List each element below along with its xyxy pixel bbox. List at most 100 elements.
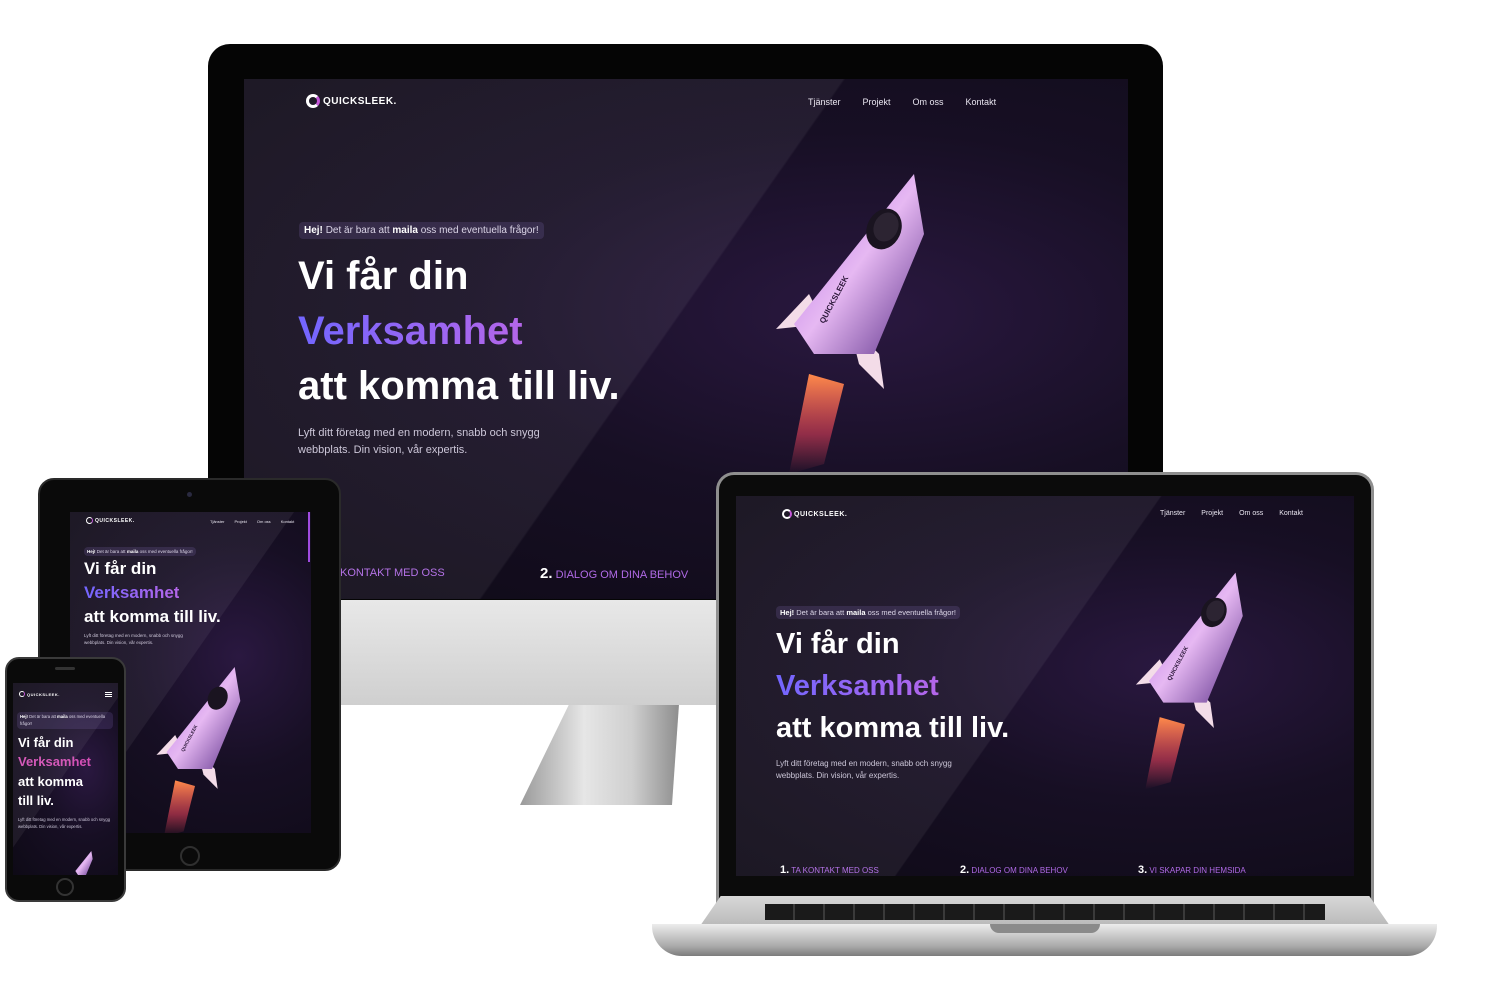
nav-link-projekt[interactable]: Projekt	[234, 519, 246, 524]
step-2-number: 2.	[540, 565, 553, 582]
hero-lead-line-1: Lyft ditt företag med en modern, snabb o…	[776, 759, 952, 768]
hero-headline-line-3b: till liv.	[18, 793, 54, 808]
notice-hey: Hej!	[20, 714, 28, 719]
step-1: KONTAKT MED OSS	[340, 567, 445, 579]
home-button-icon[interactable]	[180, 846, 200, 866]
camera-icon	[187, 492, 192, 497]
hero-headline-highlight: Verksamhet	[298, 308, 523, 355]
logo-mark-icon	[19, 691, 25, 697]
logo-text: QUICKSLEEK.	[27, 691, 60, 697]
hero-lead-line-2: webbplats. Din vision, vår expertis.	[18, 823, 83, 829]
step-3: 3. VI SKAPAR DIN HEMSIDA	[1138, 864, 1246, 876]
nav-link-kontakt[interactable]: Kontakt	[281, 519, 295, 524]
notice-post: oss med eventuella frågor!	[420, 225, 539, 236]
logo-mark-icon	[86, 517, 93, 524]
hero-headline-highlight: Verksamhet	[84, 583, 180, 602]
notice-hey: Hej!	[780, 608, 795, 617]
step-1-number: 1.	[780, 864, 790, 876]
notice-hey: Hej!	[304, 225, 323, 236]
hero-lead: Lyft ditt företag med en modern, snabb o…	[84, 633, 183, 647]
step-3-label: VI SKAPAR DIN HEMSIDA	[1149, 866, 1246, 875]
site-logo[interactable]: QUICKSLEEK.	[19, 691, 60, 697]
notice-post: oss med eventuella frågor!	[139, 549, 193, 554]
logo-text: QUICKSLEEK.	[794, 510, 848, 518]
rocket-illustration	[75, 851, 93, 875]
laptop-screen: QUICKSLEEK. Tjänster Projekt Om oss Kont…	[736, 496, 1354, 876]
step-1-label: KONTAKT MED OSS	[340, 567, 445, 579]
laptop-keyboard	[765, 904, 1325, 920]
site-logo[interactable]: QUICKSLEEK.	[782, 509, 847, 519]
rocket-illustration: QUICKSLEEK	[776, 174, 924, 474]
hero-headline-line-1: Vi får din	[84, 559, 157, 578]
main-nav: Tjänster Projekt Om oss Kontakt	[210, 519, 294, 524]
notice-mail-link[interactable]: maila	[392, 225, 418, 236]
main-nav: Tjänster Projekt Om oss Kontakt	[1160, 510, 1303, 517]
hero-headline-line-3: att komma till liv.	[776, 712, 1010, 744]
logo-mark-icon	[782, 509, 792, 519]
hero-lead-line-2: webbplats. Din vision, vår expertis.	[84, 639, 154, 645]
step-1-label: TA KONTAKT MED OSS	[791, 866, 879, 875]
hero-headline-highlight: Verksamhet	[18, 754, 91, 769]
notice-pre: Det är bara att	[29, 714, 56, 719]
hero-headline-highlight: Verksamhet	[776, 670, 939, 702]
hero-lead: Lyft ditt företag med en modern, snabb o…	[298, 425, 540, 459]
nav-link-om-oss[interactable]: Om oss	[1239, 510, 1263, 517]
site-logo[interactable]: QUICKSLEEK.	[86, 517, 135, 524]
step-3-number: 3.	[1138, 864, 1148, 876]
notice-pre: Det är bara att	[796, 608, 845, 617]
rocket-illustration: QUICKSLEEK	[156, 667, 241, 833]
hero-lead-line-2: webbplats. Din vision, vår expertis.	[298, 444, 468, 457]
earpiece-icon	[55, 667, 75, 670]
notice-pre: Det är bara att	[96, 549, 126, 554]
step-2-label: DIALOG OM DINA BEHOV	[971, 866, 1068, 875]
hero-headline-line-1: Vi får din	[298, 254, 469, 298]
site-logo[interactable]: QUICKSLEEK.	[306, 94, 397, 108]
notice-mail-link[interactable]: maila	[846, 608, 865, 617]
home-button-icon[interactable]	[56, 878, 74, 896]
notice-post: oss med eventuella frågor!	[867, 608, 956, 617]
phone-screen: QUICKSLEEK. Hej! Det är bara att maila o…	[13, 683, 118, 875]
main-nav: Tjänster Projekt Om oss Kontakt	[808, 97, 996, 107]
hero-lead-line-2: webbplats. Din vision, vår expertis.	[776, 771, 900, 781]
notice-pre: Det är bara att	[325, 225, 390, 236]
nav-link-tjanster[interactable]: Tjänster	[808, 97, 841, 107]
rocket-illustration: QUICKSLEEK	[1135, 572, 1243, 790]
hero-headline-line-3a: att komma	[18, 774, 84, 789]
step-1: 1. TA KONTAKT MED OSS	[780, 864, 879, 876]
nav-link-projekt[interactable]: Projekt	[863, 97, 891, 107]
scrollbar[interactable]	[308, 512, 310, 562]
step-2: 2. DIALOG OM DINA BEHOV	[960, 864, 1068, 876]
notice-hey: Hej!	[87, 549, 96, 554]
logo-text: QUICKSLEEK.	[323, 95, 397, 107]
hero-lead-line-1: Lyft ditt företag med en modern, snabb o…	[298, 427, 540, 439]
contact-notice: Hej! Det är bara att maila oss med event…	[299, 222, 544, 239]
nav-link-kontakt[interactable]: Kontakt	[966, 97, 997, 107]
notice-mail-link[interactable]: maila	[57, 714, 68, 719]
hamburger-menu-icon[interactable]	[105, 692, 112, 697]
step-2-label: DIALOG OM DINA BEHOV	[555, 569, 689, 581]
logo-mark-icon	[306, 94, 320, 108]
nav-link-tjanster[interactable]: Tjänster	[1160, 510, 1185, 517]
nav-link-kontakt[interactable]: Kontakt	[1279, 510, 1303, 517]
hero-lead: Lyft ditt företag med en modern, snabb o…	[18, 817, 114, 830]
hero-lead-line-1: Lyft ditt företag med en modern, snabb o…	[84, 633, 183, 638]
notice-mail-link[interactable]: maila	[127, 549, 139, 554]
hero-headline-line-3: att komma till liv.	[298, 364, 620, 408]
contact-notice: Hej! Det är bara att maila oss med event…	[776, 606, 960, 619]
contact-notice: Hej! Det är bara att maila oss med event…	[84, 547, 196, 556]
contact-notice: Hej! Det är bara att maila oss med event…	[17, 712, 113, 730]
monitor-stand	[520, 690, 680, 805]
step-2-number: 2.	[960, 864, 970, 876]
hero-lead-line-1: Lyft ditt företag med en modern, snabb o…	[18, 817, 111, 822]
logo-text: QUICKSLEEK.	[95, 517, 135, 524]
hero-lead: Lyft ditt företag med en modern, snabb o…	[776, 758, 952, 783]
nav-link-projekt[interactable]: Projekt	[1201, 510, 1223, 517]
step-2: 2. DIALOG OM DINA BEHOV	[540, 565, 688, 582]
nav-link-tjanster[interactable]: Tjänster	[210, 519, 224, 524]
hero-headline-line-1: Vi får din	[776, 628, 900, 660]
hero-headline-line-1: Vi får din	[18, 735, 74, 750]
nav-link-om-oss[interactable]: Om oss	[913, 97, 944, 107]
device-mockup-showcase: QUICKSLEEK. Tjänster Projekt Om oss Kont…	[0, 0, 1500, 1000]
laptop-notch	[990, 924, 1100, 933]
nav-link-om-oss[interactable]: Om oss	[257, 519, 271, 524]
